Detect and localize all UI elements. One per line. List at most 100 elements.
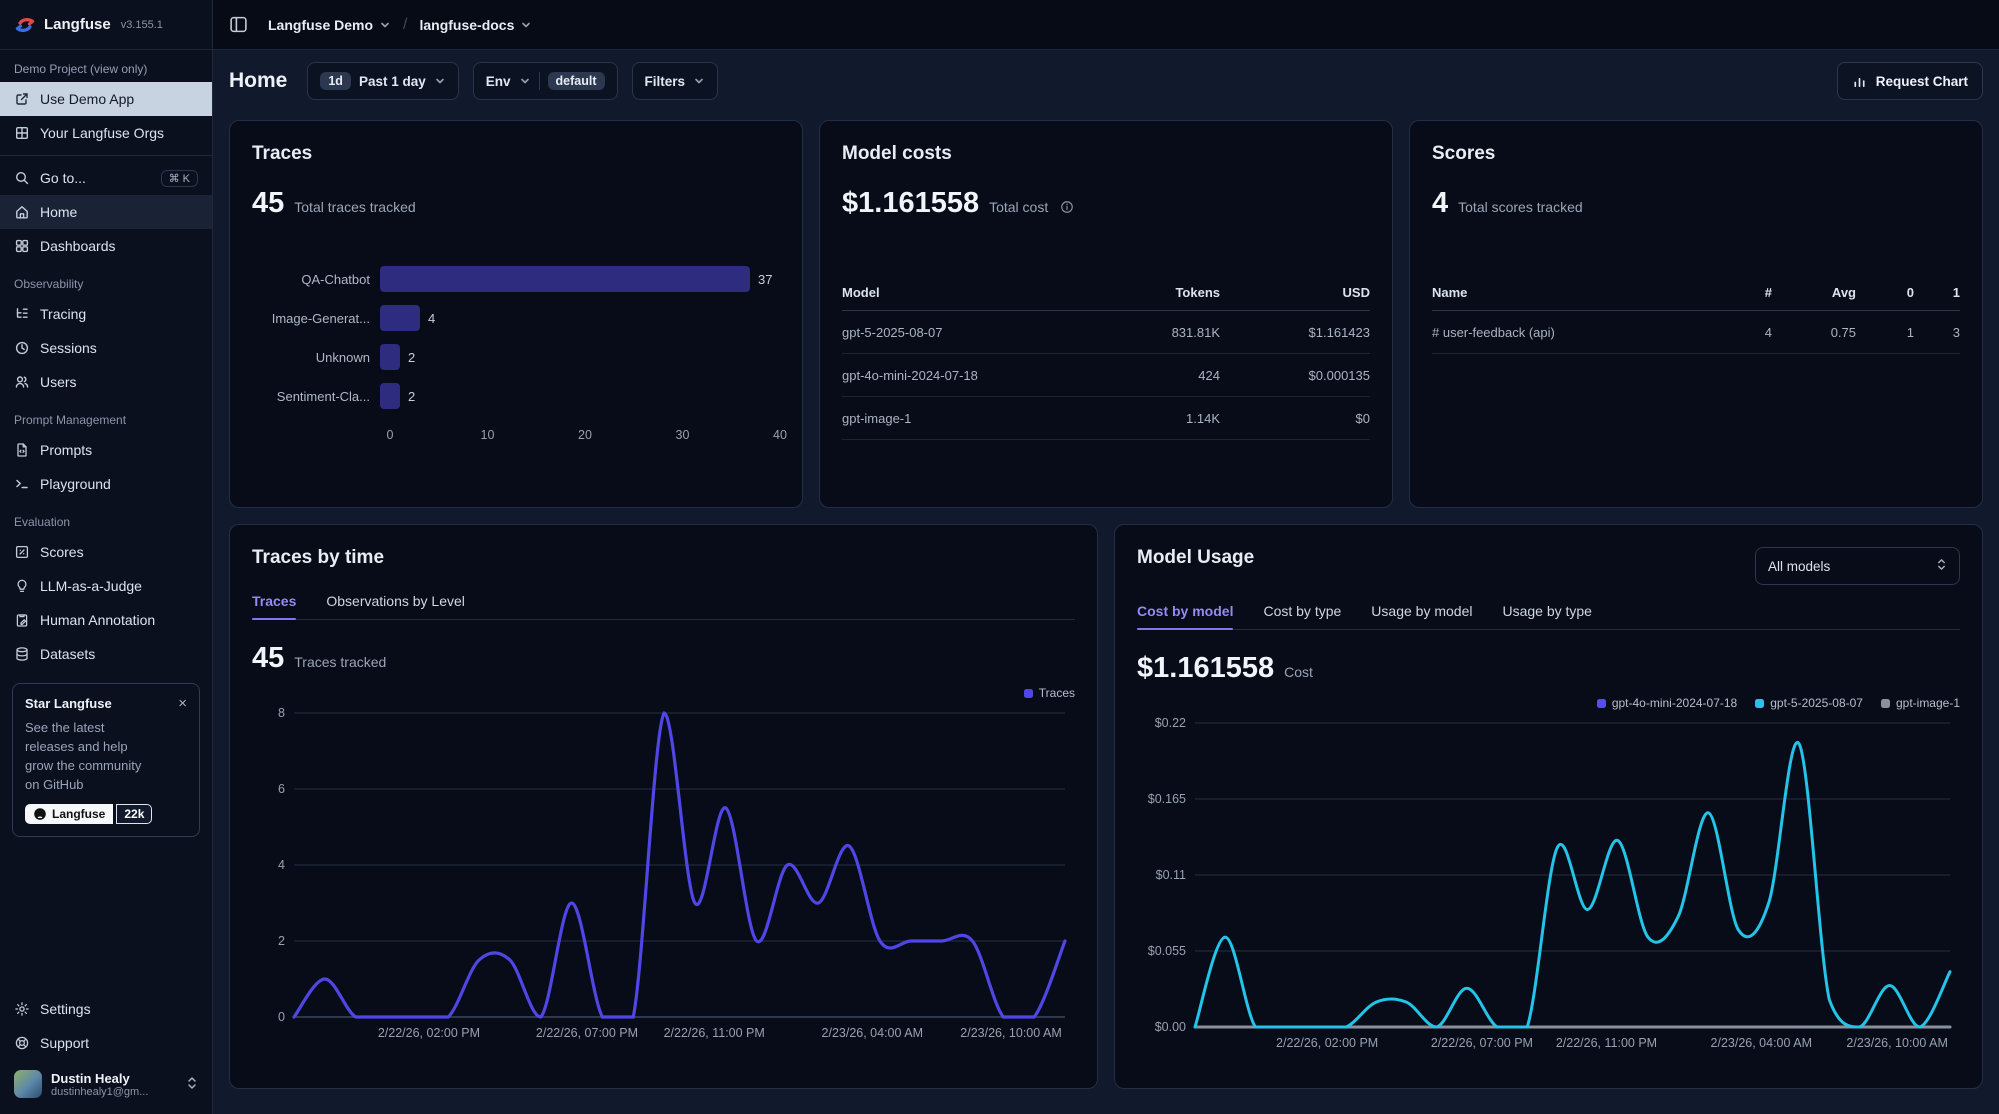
date-range-chip: 1d bbox=[320, 72, 351, 90]
model-usage-tabs: Cost by model Cost by type Usage by mode… bbox=[1137, 595, 1960, 630]
x-axis-tick-label: 40 bbox=[773, 428, 787, 442]
y-axis-tick-label: 6 bbox=[278, 782, 285, 796]
sidebar-item-your-langfuse-orgs[interactable]: Your Langfuse Orgs bbox=[0, 116, 212, 150]
request-chart-label: Request Chart bbox=[1876, 74, 1968, 89]
bar-chart-icon bbox=[1852, 74, 1867, 89]
traces-by-time-chart: 024682/22/26, 02:00 PM2/22/26, 07:00 PM2… bbox=[252, 705, 1075, 1045]
project-selector[interactable]: langfuse-docs bbox=[419, 17, 532, 33]
bar-row: Image-Generat...4 bbox=[252, 305, 780, 331]
sidebar-item-label: Scores bbox=[40, 544, 84, 560]
tab-cost-by-type[interactable]: Cost by type bbox=[1263, 595, 1341, 629]
github-star-badge[interactable]: Langfuse 22k bbox=[25, 804, 187, 824]
sidebar-item-label: Users bbox=[40, 374, 77, 390]
user-menu[interactable]: Dustin Healy dustinhealy1@gm... bbox=[0, 1060, 212, 1108]
table-header-cell: 0 bbox=[1856, 285, 1914, 300]
users-icon bbox=[14, 374, 30, 390]
clipboard-pen-icon bbox=[14, 612, 30, 628]
sidebar-item-llm-as-a-judge[interactable]: LLM-as-a-Judge bbox=[0, 569, 212, 603]
x-axis-tick-label: 2/22/26, 11:00 PM bbox=[664, 1026, 765, 1040]
app-root: Langfuse v3.155.1 Demo Project (view onl… bbox=[0, 0, 1999, 1114]
avatar bbox=[14, 1070, 42, 1098]
model-usage-cost-label: Cost bbox=[1284, 664, 1313, 680]
sidebar-item-settings[interactable]: Settings bbox=[0, 992, 212, 1026]
project-scope-label: Demo Project (view only) bbox=[0, 50, 212, 82]
lightbulb-icon bbox=[14, 578, 30, 594]
traces-total-value: 45 bbox=[252, 187, 284, 220]
terminal-icon bbox=[14, 476, 30, 492]
x-axis-tick-label: 2/22/26, 11:00 PM bbox=[1556, 1036, 1657, 1050]
legend-label: gpt-4o-mini-2024-07-18 bbox=[1612, 696, 1737, 710]
legend-item: gpt-image-1 bbox=[1881, 695, 1960, 711]
sidebar-item-prompts[interactable]: Prompts bbox=[0, 433, 212, 467]
table-cell: 0.75 bbox=[1772, 325, 1856, 340]
topbar: Langfuse Demo / langfuse-docs bbox=[213, 0, 1999, 50]
sidebar-item-scores[interactable]: Scores bbox=[0, 535, 212, 569]
github-badge-label: Langfuse bbox=[52, 807, 105, 821]
bar-category-label: Unknown bbox=[252, 350, 380, 365]
legend-label: Traces bbox=[1039, 686, 1075, 700]
sidebar-item-use-demo-app[interactable]: Use Demo App bbox=[0, 82, 212, 116]
bar-value-label: 2 bbox=[408, 350, 415, 365]
date-range-picker[interactable]: 1d Past 1 day bbox=[307, 62, 458, 100]
panel-left-toggle-icon[interactable] bbox=[229, 15, 248, 34]
sidebar-item-support[interactable]: Support bbox=[0, 1026, 212, 1060]
dashboard-content: Traces 45 Total traces tracked QA-Chatbo… bbox=[213, 112, 1999, 1105]
y-axis-tick-label: $0.11 bbox=[1156, 868, 1186, 882]
traces-tracked-value: 45 bbox=[252, 642, 284, 675]
model-costs-card: Model costs $1.161558 Total cost ModelTo… bbox=[819, 120, 1393, 508]
chart-legend: gpt-4o-mini-2024-07-18gpt-5-2025-08-07gp… bbox=[1137, 695, 1960, 711]
scores-total-label: Total scores tracked bbox=[1458, 199, 1583, 215]
sidebar-item-label: Your Langfuse Orgs bbox=[40, 125, 164, 141]
sidebar-item-playground[interactable]: Playground bbox=[0, 467, 212, 501]
tab-usage-by-model[interactable]: Usage by model bbox=[1371, 595, 1472, 629]
legend-swatch bbox=[1881, 699, 1890, 708]
env-value-chip: default bbox=[548, 72, 605, 90]
sidebar-item-users[interactable]: Users bbox=[0, 365, 212, 399]
tab-usage-by-type[interactable]: Usage by type bbox=[1502, 595, 1592, 629]
sidebar-item-goto[interactable]: Go to... ⌘ K bbox=[0, 161, 212, 195]
filters-button[interactable]: Filters bbox=[632, 62, 719, 100]
table-cell: gpt-4o-mini-2024-07-18 bbox=[842, 368, 1070, 383]
project-name: langfuse-docs bbox=[419, 17, 514, 33]
star-langfuse-card: Star Langfuse × See the latest releases … bbox=[12, 683, 200, 837]
x-axis-tick-label: 2/22/26, 07:00 PM bbox=[1431, 1036, 1533, 1050]
legend-item: Traces bbox=[1024, 685, 1075, 701]
model-select-value: All models bbox=[1768, 559, 1830, 574]
table-header-cell: Tokens bbox=[1070, 285, 1220, 300]
page-header: Home 1d Past 1 day Env default Filters bbox=[213, 50, 1999, 112]
card-title: Model costs bbox=[842, 143, 1370, 165]
y-axis-tick-label: $0.165 bbox=[1148, 792, 1186, 806]
traces-tracked-label: Traces tracked bbox=[294, 654, 386, 670]
sidebar-item-sessions[interactable]: Sessions bbox=[0, 331, 212, 365]
tab-observations-by-level[interactable]: Observations by Level bbox=[326, 585, 465, 619]
table-cell: $1.161423 bbox=[1220, 325, 1370, 340]
traces-bar-chart: QA-Chatbot37Image-Generat...4Unknown2Sen… bbox=[252, 266, 780, 446]
sidebar-item-dashboards[interactable]: Dashboards bbox=[0, 229, 212, 263]
bar bbox=[380, 266, 750, 292]
info-icon[interactable] bbox=[1060, 200, 1074, 214]
file-code-icon bbox=[14, 442, 30, 458]
sidebar-item-home[interactable]: Home bbox=[0, 195, 212, 229]
tab-traces[interactable]: Traces bbox=[252, 585, 296, 619]
chevron-down-icon bbox=[693, 75, 705, 87]
x-axis-tick-label: 30 bbox=[676, 428, 690, 442]
env-label: Env bbox=[486, 74, 511, 89]
y-axis-tick-label: 0 bbox=[278, 1010, 285, 1024]
x-axis-tick-label: 2/23/26, 10:00 AM bbox=[960, 1026, 1061, 1040]
sidebar-item-tracing[interactable]: Tracing bbox=[0, 297, 212, 331]
traces-total-label: Total traces tracked bbox=[294, 199, 415, 215]
percent-square-icon bbox=[14, 544, 30, 560]
org-selector[interactable]: Langfuse Demo bbox=[268, 17, 391, 33]
user-email: dustinhealy1@gm... bbox=[51, 1086, 148, 1098]
sidebar-item-datasets[interactable]: Datasets bbox=[0, 637, 212, 671]
request-chart-button[interactable]: Request Chart bbox=[1837, 62, 1983, 100]
life-buoy-icon bbox=[14, 1035, 30, 1051]
card-title: Model Usage bbox=[1137, 547, 1254, 569]
tab-cost-by-model[interactable]: Cost by model bbox=[1137, 595, 1233, 629]
sidebar-item-human-annotation[interactable]: Human Annotation bbox=[0, 603, 212, 637]
close-icon[interactable]: × bbox=[178, 696, 187, 711]
model-select[interactable]: All models bbox=[1755, 547, 1960, 585]
bar-track: 37 bbox=[380, 266, 780, 292]
model-usage-card: Model Usage All models Cost by model bbox=[1114, 524, 1983, 1089]
env-filter[interactable]: Env default bbox=[473, 62, 618, 100]
